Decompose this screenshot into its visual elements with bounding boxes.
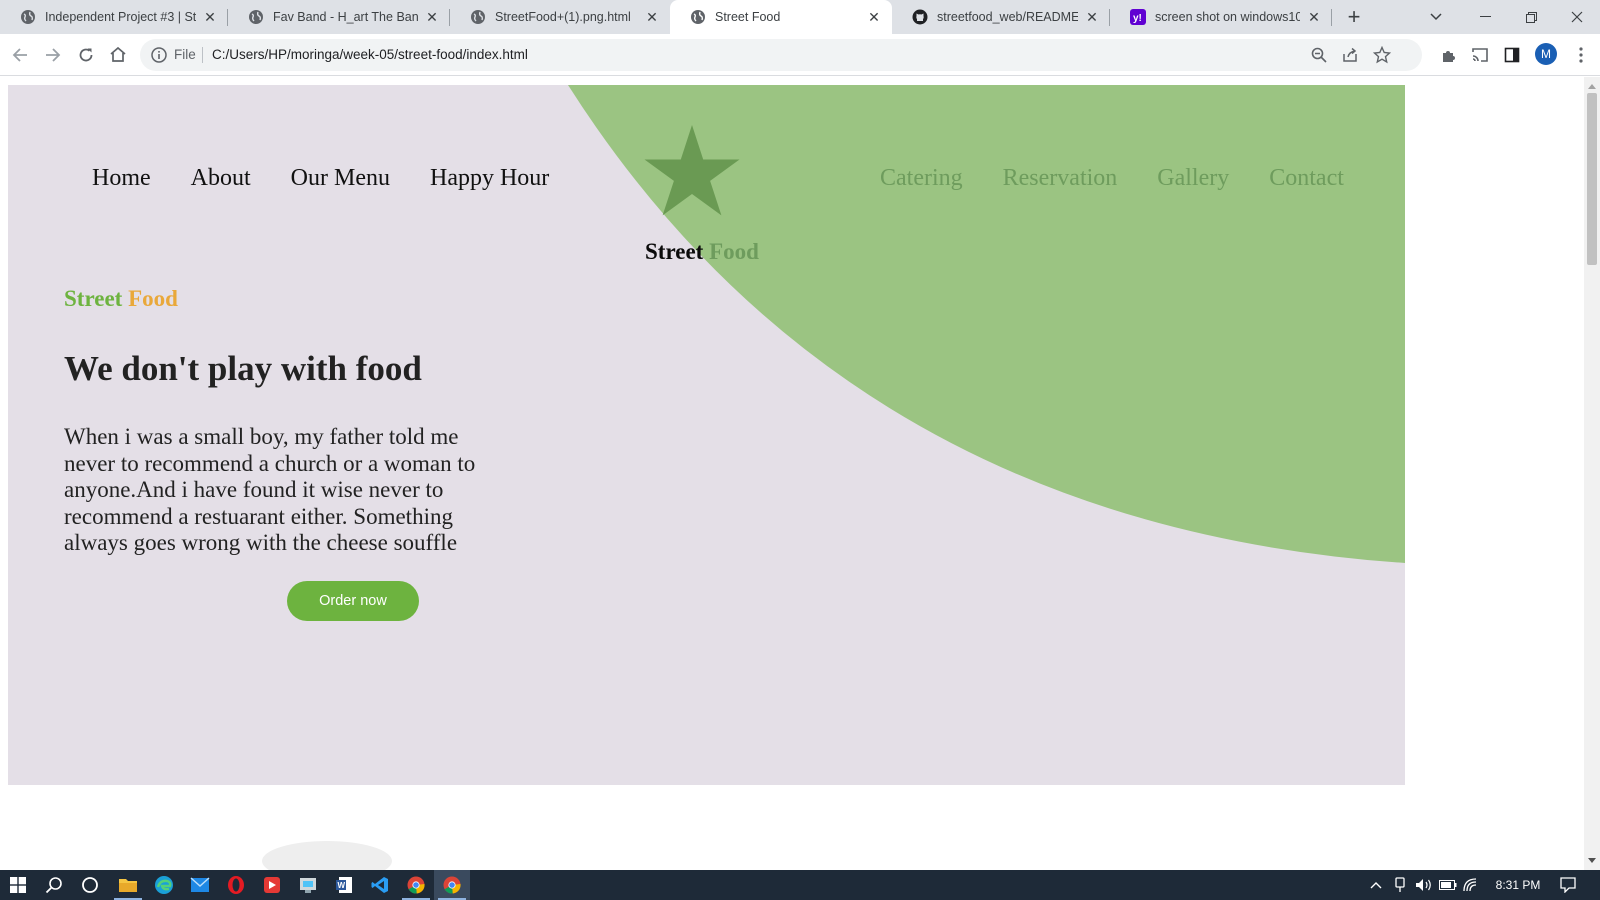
page-scrollbar[interactable] — [1584, 77, 1600, 870]
minimize-icon[interactable] — [1462, 0, 1508, 34]
brand-word-food: Food — [709, 239, 759, 264]
wifi-icon[interactable] — [1462, 870, 1482, 900]
tab-title: Fav Band - H_art The Band — [273, 10, 418, 24]
tab-streetfood-png[interactable]: StreetFood+(1).png.html ✕ — [450, 0, 670, 34]
brand-logo-text: Street Food — [645, 239, 759, 265]
chevron-up-icon[interactable] — [1368, 870, 1384, 900]
nav-link-happy-hour[interactable]: Happy Hour — [430, 165, 549, 192]
windows-taskbar: W 8:31 PM — [0, 870, 1600, 900]
nav-link-gallery[interactable]: Gallery — [1157, 165, 1229, 192]
tab-title: StreetFood+(1).png.html — [495, 10, 631, 24]
tab-title: Street Food — [715, 10, 781, 24]
word-icon[interactable]: W — [332, 873, 356, 897]
cortana-icon[interactable] — [78, 873, 102, 897]
next-section-shape — [262, 841, 392, 870]
address-bar[interactable]: File C:/Users/HP/moringa/week-05/street-… — [140, 39, 1422, 71]
github-icon — [912, 9, 928, 25]
close-icon[interactable]: ✕ — [1306, 9, 1322, 25]
nav-link-contact[interactable]: Contact — [1269, 165, 1344, 192]
tab-title: Independent Project #3 | Street Food — [45, 10, 196, 24]
info-icon[interactable] — [150, 46, 168, 64]
tab-fav-band[interactable]: Fav Band - H_art The Band ✕ — [228, 0, 450, 34]
recorder-icon[interactable] — [260, 873, 284, 897]
tab-separator — [1331, 9, 1332, 26]
menu-kebab-icon[interactable] — [1569, 43, 1593, 67]
restore-icon[interactable] — [1508, 0, 1554, 34]
clock-time[interactable]: 8:31 PM — [1488, 870, 1548, 900]
volume-icon[interactable] — [1414, 870, 1434, 900]
start-icon[interactable] — [6, 873, 30, 897]
omnibox-divider — [202, 47, 203, 63]
star-logo-icon — [644, 125, 740, 216]
tab-strip: Independent Project #3 | Street Food ✕ F… — [0, 0, 1600, 34]
order-now-button[interactable]: Order now — [287, 581, 419, 621]
nav-right: Catering Reservation Gallery Contact — [880, 165, 1384, 192]
close-icon[interactable]: ✕ — [424, 9, 440, 25]
hero-headline: We don't play with food — [64, 349, 422, 388]
nav-link-our-menu[interactable]: Our Menu — [291, 165, 390, 192]
url-text[interactable]: C:/Users/HP/moringa/week-05/street-food/… — [212, 47, 528, 62]
scroll-up-arrow-icon[interactable] — [1588, 84, 1596, 89]
mail-icon[interactable] — [188, 873, 212, 897]
nav-link-reservation[interactable]: Reservation — [1003, 165, 1118, 192]
tab-title: screen shot on windows10 - Yahoo — [1155, 10, 1300, 24]
tab-search-chevron-icon[interactable] — [1413, 0, 1459, 34]
brand-word-food: Food — [128, 286, 178, 311]
browser-toolbar: File C:/Users/HP/moringa/week-05/street-… — [0, 34, 1600, 76]
close-icon[interactable]: ✕ — [1084, 9, 1100, 25]
file-explorer-icon[interactable] — [116, 873, 140, 897]
brand-word-street: Street — [645, 239, 704, 264]
svg-text:W: W — [338, 881, 346, 890]
home-icon[interactable] — [106, 43, 130, 67]
battery-icon[interactable] — [1438, 870, 1458, 900]
brand-word-street: Street — [64, 286, 123, 311]
svg-text:y!: y! — [1133, 13, 1142, 24]
extensions-puzzle-icon[interactable] — [1437, 43, 1461, 67]
hero-section: Home About Our Menu Happy Hour Street Food … — [8, 85, 1405, 785]
forward-arrow-icon[interactable] — [41, 43, 65, 67]
close-icon[interactable]: ✕ — [866, 9, 882, 25]
yahoo-icon: y! — [1130, 9, 1146, 25]
page-viewport: Home About Our Menu Happy Hour Street Food … — [0, 77, 1584, 870]
usb-device-icon[interactable] — [1391, 870, 1409, 900]
zoom-icon[interactable] — [1310, 46, 1328, 64]
chrome-active-icon[interactable] — [440, 873, 464, 897]
globe-icon — [20, 9, 36, 25]
scroll-down-arrow-icon[interactable] — [1588, 858, 1596, 863]
action-center-icon[interactable] — [1556, 870, 1580, 900]
edge-icon[interactable] — [152, 873, 176, 897]
nav-left: Home About Our Menu Happy Hour — [92, 165, 589, 192]
nav-link-home[interactable]: Home — [92, 165, 151, 192]
back-arrow-icon[interactable] — [8, 43, 32, 67]
tab-yahoo-search[interactable]: y! screen shot on windows10 - Yahoo ✕ — [1110, 0, 1332, 34]
profile-avatar[interactable]: M — [1535, 43, 1557, 65]
nav-link-catering[interactable]: Catering — [880, 165, 963, 192]
globe-icon — [690, 9, 706, 25]
hero-paragraph: When i was a small boy, my father told m… — [64, 424, 476, 555]
close-icon[interactable]: ✕ — [644, 9, 660, 25]
bookmark-star-icon[interactable] — [1372, 45, 1392, 64]
new-tab-plus-icon[interactable]: + — [1342, 4, 1366, 29]
opera-icon[interactable] — [224, 873, 248, 897]
vscode-icon[interactable] — [368, 873, 392, 897]
scroll-thumb[interactable] — [1587, 93, 1597, 265]
nav-link-about[interactable]: About — [191, 165, 251, 192]
globe-icon — [248, 9, 264, 25]
globe-icon — [470, 9, 486, 25]
close-window-icon[interactable] — [1554, 0, 1600, 34]
reload-icon[interactable] — [74, 43, 98, 67]
hero-brand-title: Street Food — [64, 286, 178, 312]
cast-icon[interactable] — [1468, 43, 1492, 67]
chrome-icon[interactable] — [404, 873, 428, 897]
share-icon[interactable] — [1341, 46, 1359, 64]
tab-github-readme[interactable]: streetfood_web/README.md ✕ — [892, 0, 1110, 34]
snipping-icon[interactable] — [296, 873, 320, 897]
tab-street-food-active[interactable]: Street Food ✕ — [670, 0, 892, 34]
tab-title: streetfood_web/README.md — [937, 10, 1078, 24]
side-panel-icon[interactable] — [1500, 43, 1524, 67]
close-icon[interactable]: ✕ — [202, 9, 218, 25]
search-icon[interactable] — [42, 873, 66, 897]
tab-independent-project[interactable]: Independent Project #3 | Street Food ✕ — [0, 0, 228, 34]
scheme-label: File — [174, 47, 196, 62]
